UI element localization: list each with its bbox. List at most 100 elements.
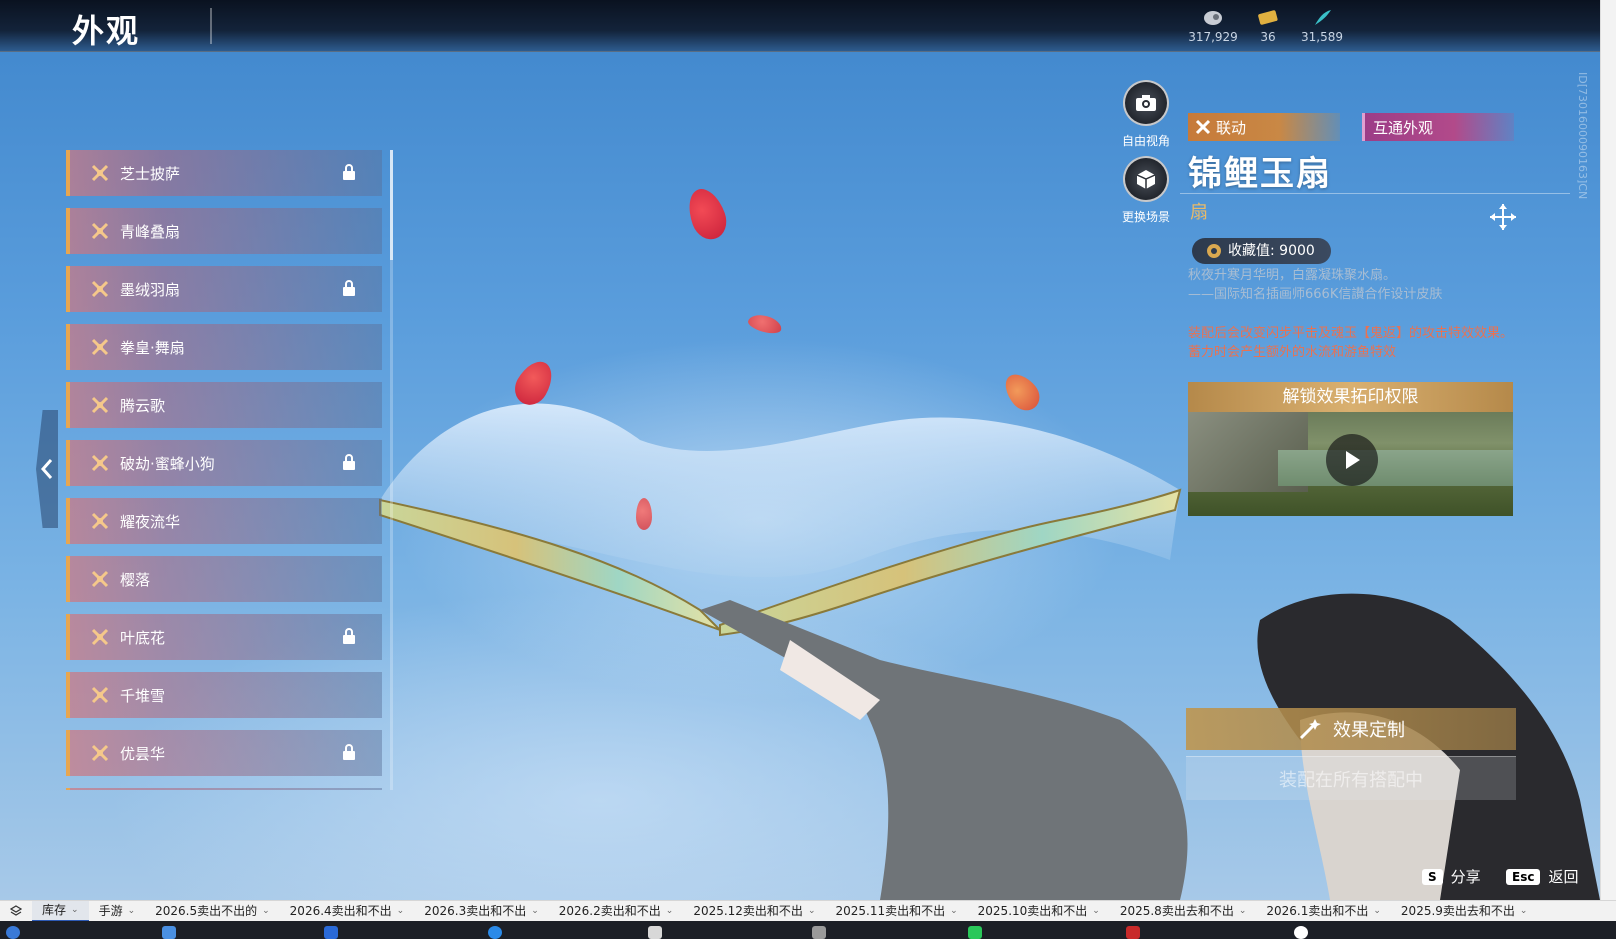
free-view-button[interactable]: 自由视角 <box>1106 80 1186 149</box>
skin-name: 樱落 <box>120 570 151 589</box>
taskbar-app-icon[interactable] <box>6 926 20 939</box>
thumbnail-water <box>1278 450 1513 486</box>
skin-list-item[interactable]: 拳皇·舞扇 <box>66 324 382 370</box>
skin-name: 优昙华 <box>120 744 166 763</box>
collab-tag: 联动 <box>1188 113 1340 141</box>
unlock-effect-panel[interactable]: 解锁效果拓印权限 <box>1188 382 1513 516</box>
item-description: 秋夜升寒月华明，白露凝珠聚水扇。 ——国际知名插画师666K信讃合作设计皮肤 <box>1188 266 1528 304</box>
skin-list-item[interactable]: 樱落 <box>66 556 382 602</box>
skin-list-item[interactable]: 叶底花 <box>66 614 382 660</box>
chevron-down-icon: ⌄ <box>1238 905 1247 916</box>
taskbar-app-icon[interactable] <box>162 926 176 939</box>
bookmark-folder[interactable]: 2025.12卖出和不出 ⌄ <box>683 901 825 921</box>
shell-currency-icon <box>1183 8 1243 28</box>
skin-list-item[interactable]: 优昙华 <box>66 730 382 776</box>
chevron-down-icon: ⌄ <box>71 904 79 915</box>
back-hotkey[interactable]: Esc 返回 <box>1506 866 1578 887</box>
koi-fish <box>636 498 652 530</box>
os-taskbar <box>0 921 1616 939</box>
taskbar-app-icon[interactable] <box>1294 926 1308 939</box>
skin-list-item[interactable]: 耀夜流华 <box>66 498 382 544</box>
bookmark-label: 2025.9卖出去和不出 <box>1400 903 1515 918</box>
bookmark-label: 2025.8卖出去和不出 <box>1119 903 1234 918</box>
lock-icon <box>343 744 355 760</box>
effect-customize-button[interactable]: 效果定制 <box>1186 708 1516 750</box>
lock-icon <box>343 280 355 296</box>
flower-mark-icon <box>91 570 109 588</box>
bookmark-folder[interactable]: 2026.2卖出和不出 ⌄ <box>549 901 684 921</box>
skin-list-item[interactable]: 芝士披萨 <box>66 150 382 196</box>
item-type: 扇 <box>1190 202 1208 223</box>
bookmark-folder[interactable]: 2026.1卖出和不出 ⌄ <box>1256 901 1391 921</box>
bookmark-folder[interactable]: 库存 ⌄ <box>32 901 89 921</box>
change-scene-button[interactable]: 更换场景 <box>1106 156 1186 225</box>
share-hotkey[interactable]: S 分享 <box>1422 866 1481 887</box>
bookmark-folder[interactable]: 2025.11卖出和不出 ⌄ <box>825 901 967 921</box>
wand-icon <box>1299 719 1321 740</box>
skin-list-item[interactable]: 破劫·蜜蜂小狗 <box>66 440 382 486</box>
skin-list-item[interactable]: 千堆雪 <box>66 672 382 718</box>
bookmark-stack-icon[interactable] <box>0 901 32 921</box>
scrollbar-thumb[interactable] <box>390 150 393 260</box>
skin-list-item[interactable]: 腾云歌 <box>66 382 382 428</box>
equip-label: 装配在所有搭配中 <box>1279 769 1423 791</box>
taskbar-app-icon[interactable] <box>812 926 826 939</box>
esc-key-badge: Esc <box>1506 868 1541 885</box>
list-scrollbar[interactable] <box>390 150 393 790</box>
bookmark-folder[interactable]: 2026.4卖出和不出 ⌄ <box>280 901 415 921</box>
taskbar-app-icon[interactable] <box>968 926 982 939</box>
move-arrows-icon[interactable] <box>1488 202 1518 232</box>
ticket-currency-icon <box>1238 8 1298 28</box>
currency-feather[interactable]: 31,589 <box>1292 8 1352 44</box>
taskbar-app-icon[interactable] <box>324 926 338 939</box>
currency-shell[interactable]: 317,929 <box>1183 8 1243 44</box>
taskbar-app-icon[interactable] <box>1126 926 1140 939</box>
free-view-label: 自由视角 <box>1121 134 1170 148</box>
chevron-down-icon: ⌄ <box>396 905 405 916</box>
bookmark-label: 2026.3卖出和不出 <box>424 903 527 918</box>
skin-name: 芝士披萨 <box>120 164 181 183</box>
bookmark-label: 2026.1卖出和不出 <box>1266 903 1369 918</box>
flower-mark-icon <box>91 280 109 298</box>
feather-currency-icon <box>1292 8 1352 28</box>
chevron-left-icon <box>41 459 53 479</box>
coin-icon <box>1207 244 1221 258</box>
bookmark-folder[interactable]: 2026.3卖出和不出 ⌄ <box>414 901 549 921</box>
taskbar-app-icon[interactable] <box>488 926 502 939</box>
lock-icon <box>343 454 355 470</box>
effect-line: 蓄力时会产生额外的水流和游鱼特效 <box>1188 345 1397 360</box>
bookmark-folder[interactable]: 2026.5卖出不出的 ⌄ <box>145 901 280 921</box>
back-label: 返回 <box>1548 868 1579 886</box>
bookmark-folder[interactable]: 2025.10卖出和不出 ⌄ <box>968 901 1110 921</box>
bookmark-folder[interactable]: 2025.9卖出去和不出 ⌄ <box>1391 901 1538 921</box>
chevron-down-icon: ⌄ <box>1092 905 1100 916</box>
bookmark-folder[interactable]: 2025.8卖出去和不出 ⌄ <box>1110 901 1257 921</box>
collection-value-label: 收藏值: 9000 <box>1228 243 1315 259</box>
flower-mark-icon <box>91 222 109 240</box>
browser-side-strip <box>1600 0 1616 900</box>
bookmark-folder[interactable]: 手游 ⌄ <box>89 901 146 921</box>
skin-list-item[interactable]: 墨绒羽扇 <box>66 266 382 312</box>
flower-mark-icon <box>91 396 109 414</box>
skin-list-item[interactable]: 青峰叠扇 <box>66 208 382 254</box>
chevron-down-icon: ⌄ <box>1519 905 1528 916</box>
skin-name: 青峰叠扇 <box>120 222 181 241</box>
chevron-down-icon: ⌄ <box>127 905 136 916</box>
share-key-badge: S <box>1422 868 1443 885</box>
lock-icon <box>343 164 355 180</box>
chevron-down-icon: ⌄ <box>1373 905 1381 916</box>
chevron-down-icon: ⌄ <box>262 905 270 916</box>
equip-all-button[interactable]: 装配在所有搭配中 <box>1186 756 1516 800</box>
taskbar-app-icon[interactable] <box>648 926 662 939</box>
lock-icon <box>343 628 355 644</box>
shared-appearance-tag: 互通外观 <box>1362 113 1514 141</box>
skin-name: 墨绒羽扇 <box>120 280 181 299</box>
currency-ticket[interactable]: 36 <box>1238 8 1298 44</box>
skin-name: 腾云歌 <box>120 396 166 415</box>
bookmark-label: 2025.10卖出和不出 <box>977 903 1088 918</box>
skin-list-item-partial[interactable] <box>66 788 382 790</box>
play-icon[interactable] <box>1326 434 1378 486</box>
change-scene-label: 更换场景 <box>1121 210 1170 224</box>
server-id-text: ID[7301600090163]CN <box>1576 72 1589 200</box>
effect-video-thumbnail[interactable] <box>1188 412 1513 516</box>
